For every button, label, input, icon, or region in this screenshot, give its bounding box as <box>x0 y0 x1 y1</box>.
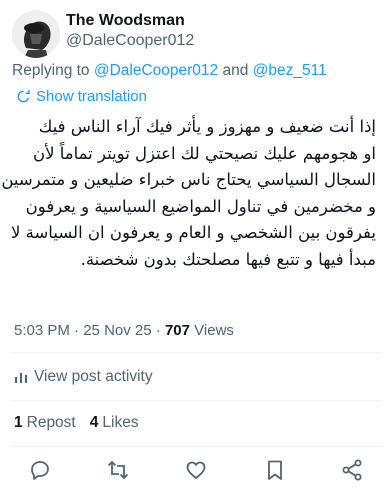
tweet-text-line: او هجومهم عليك نصيحتي لك اعتزل تويتر تما… <box>32 143 376 163</box>
tweet-time[interactable]: 5:03 PM <box>14 322 70 339</box>
share-icon <box>342 459 362 481</box>
tweet-text-line: يفرقون بين الشخصي و العام و يعرفون ان ال… <box>10 223 376 242</box>
likes-label: Likes <box>102 414 139 431</box>
reply-button[interactable] <box>28 458 52 482</box>
replying-prefix: Replying to <box>12 62 90 79</box>
bar-chart-icon <box>15 373 27 383</box>
tweet-date[interactable]: 25 Nov 25 <box>83 322 151 339</box>
repost-button[interactable] <box>106 458 130 482</box>
replying-to-line: Replying to @DaleCooper012 and @bez_511 <box>12 62 327 80</box>
bookmark-button[interactable] <box>263 458 287 482</box>
show-translation-label: Show translation <box>36 88 147 105</box>
reposts-stat[interactable]: 1 Repost <box>14 414 76 432</box>
divider <box>12 400 382 401</box>
tweet-text-line: مبدأ فيها و تتبع فيها مصلحتك بدون شخصنة. <box>80 249 376 269</box>
reposts-label: Repost <box>26 414 76 431</box>
meta-separator: · <box>74 322 80 339</box>
tweet-meta: 5:03 PM · 25 Nov 25 · 707 Views <box>14 322 234 339</box>
reply-mention-2[interactable]: @bez_511 <box>253 62 327 79</box>
avatar-image <box>12 10 60 58</box>
view-post-activity-button[interactable]: View post activity <box>14 368 153 386</box>
views-count: 707 <box>164 322 190 339</box>
tweet-text: إذا أنت ضعيف و مهزوز و يأثر فيك آراء الن… <box>1 114 376 273</box>
action-bar <box>0 452 392 488</box>
author-handle[interactable]: @DaleCooper012 <box>66 32 194 50</box>
divider <box>12 352 382 353</box>
reply-and: and <box>222 62 249 79</box>
show-translation-button[interactable]: Show translation <box>16 88 147 105</box>
views-label: Views <box>194 322 234 339</box>
tweet-text-line: و مخضرمين في تناول المواضيع السياسية و ي… <box>25 196 376 216</box>
divider <box>12 446 382 447</box>
share-button[interactable] <box>340 458 364 482</box>
likes-stat[interactable]: 4 Likes <box>90 414 139 432</box>
tweet-header: The Woodsman @DaleCooper012 <box>12 8 382 60</box>
heart-icon <box>186 461 206 479</box>
tweet-text-line: إذا أنت ضعيف و مهزوز و يأثر فيك آراء الن… <box>38 117 376 136</box>
likes-count: 4 <box>89 414 99 431</box>
tweet-text-line: السجال السياسي يحتاج ناس خبراء ضليعين و … <box>1 170 376 189</box>
author-name[interactable]: The Woodsman <box>66 12 185 30</box>
like-button[interactable] <box>184 458 208 482</box>
engagement-stats: 1 Repost 4 Likes <box>14 414 153 432</box>
reply-mention-1[interactable]: @DaleCooper012 <box>94 62 218 79</box>
view-post-activity-label: View post activity <box>34 368 153 385</box>
repost-icon <box>107 460 129 480</box>
meta-separator: · <box>155 322 161 339</box>
reposts-count: 1 <box>14 414 23 431</box>
translate-icon <box>17 90 30 103</box>
avatar[interactable] <box>12 10 60 58</box>
bookmark-icon <box>268 460 282 480</box>
reply-icon <box>31 461 49 480</box>
